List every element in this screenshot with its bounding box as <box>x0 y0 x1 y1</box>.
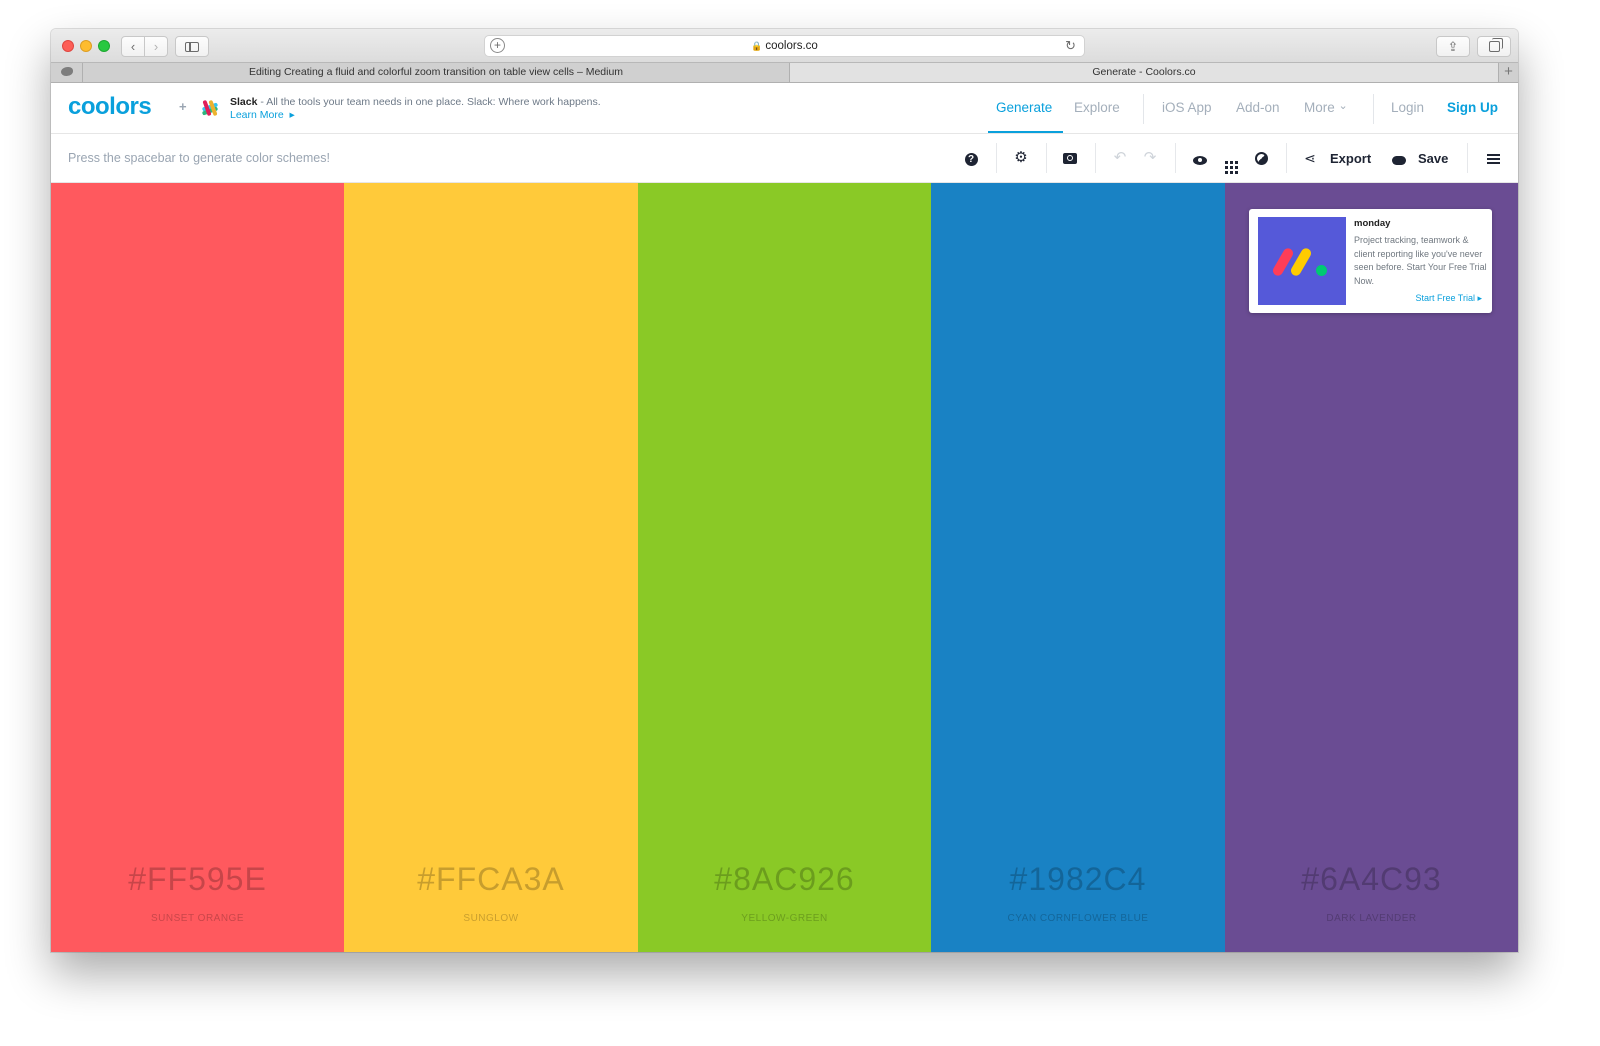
browser-tab-active[interactable]: Generate - Coolors.co <box>790 63 1498 82</box>
ad-brand: monday <box>1354 218 1391 229</box>
sidebar-toggle-button[interactable] <box>175 36 209 57</box>
menu-button[interactable] <box>1485 150 1501 166</box>
nav-generate[interactable]: Generate <box>996 100 1052 115</box>
nav-active-indicator <box>988 131 1063 133</box>
nav-sign-up[interactable]: Sign Up <box>1447 100 1498 115</box>
monday-logo-icon[interactable] <box>1258 217 1346 305</box>
color-swatch[interactable]: #1982C4 CYAN CORNFLOWER BLUE <box>931 183 1225 952</box>
swatch-color-name: SUNGLOW <box>463 913 519 924</box>
nav-divider <box>1143 94 1144 124</box>
swatch-color-name: YELLOW-GREEN <box>741 913 828 924</box>
nav-more[interactable]: More ⌄ <box>1304 100 1348 115</box>
share-palette-icon[interactable]: ⋖ <box>1302 150 1318 166</box>
sponsor-text: Slack - All the tools your team needs in… <box>230 96 610 122</box>
camera-icon <box>1063 153 1077 164</box>
tabs-icon <box>1488 38 1503 52</box>
twitter-icon <box>60 67 73 76</box>
nav-divider <box>1373 94 1374 124</box>
toolbar-divider <box>1046 143 1047 173</box>
swatch-hex-code[interactable]: #FFCA3A <box>344 861 638 898</box>
toolbar-divider <box>1467 143 1468 173</box>
save-button[interactable]: Save <box>1418 151 1448 166</box>
new-tab-button[interactable]: + <box>1498 63 1518 82</box>
nav-ios-app[interactable]: iOS App <box>1162 100 1212 115</box>
camera-button[interactable] <box>1062 150 1078 166</box>
grid-icon <box>1224 161 1238 174</box>
color-swatch[interactable]: #FF595E SUNSET ORANGE <box>51 183 344 952</box>
sponsor-name: Slack <box>230 96 258 108</box>
url-text: coolors.co <box>765 40 818 52</box>
toolbar-divider <box>1286 143 1287 173</box>
add-bookmark-icon[interactable]: + <box>490 38 505 53</box>
export-button[interactable]: Export <box>1330 151 1371 166</box>
close-window-button[interactable] <box>62 40 74 52</box>
learn-more-link[interactable]: Learn More <box>230 109 284 121</box>
chevron-left-icon: ‹ <box>130 39 136 54</box>
nav-login[interactable]: Login <box>1391 100 1424 115</box>
sponsored-ad-card[interactable]: monday Project tracking, teamwork & clie… <box>1249 209 1492 313</box>
redo-icon: ↷ <box>1143 149 1157 166</box>
eye-icon <box>1193 156 1207 165</box>
swatch-hex-code[interactable]: #8AC926 <box>638 861 931 898</box>
sponsor-description: - All the tools your team needs in one p… <box>257 96 601 108</box>
view-button[interactable] <box>1192 150 1208 166</box>
redo-button[interactable]: ↷ <box>1142 150 1158 166</box>
forward-button[interactable]: › <box>144 36 168 57</box>
save-cloud-button[interactable] <box>1391 150 1407 166</box>
ad-description: Project tracking, teamwork & client repo… <box>1354 235 1487 286</box>
browser-titlebar: ‹ › + 🔒 coolors.co ↻ ⇪ <box>51 29 1518 62</box>
swatch-color-name: DARK LAVENDER <box>1326 913 1417 924</box>
slack-logo-icon[interactable] <box>200 98 220 118</box>
generator-toolbar: Press the spacebar to generate color sch… <box>51 134 1518 183</box>
settings-button[interactable]: ⚙ <box>1013 150 1029 166</box>
nav-explore[interactable]: Explore <box>1074 100 1120 115</box>
chevron-down-icon: ⌄ <box>1338 100 1348 112</box>
share-icon: ⇪ <box>1447 39 1459 54</box>
help-icon: ? <box>964 153 978 166</box>
undo-icon: ↶ <box>1113 149 1127 166</box>
swatch-color-name: SUNSET ORANGE <box>151 913 244 924</box>
undo-button[interactable]: ↶ <box>1112 150 1128 166</box>
nav-more-label: More <box>1304 100 1335 115</box>
minimize-window-button[interactable] <box>80 40 92 52</box>
browser-window: ‹ › + 🔒 coolors.co ↻ ⇪ Editing Creating a… <box>51 29 1518 952</box>
color-swatch[interactable]: #FFCA3A SUNGLOW <box>344 183 638 952</box>
address-bar[interactable]: + 🔒 coolors.co ↻ <box>484 35 1085 57</box>
toolbar-divider <box>996 143 997 173</box>
chevron-right-icon: › <box>153 39 159 54</box>
reload-icon[interactable]: ↻ <box>1065 36 1076 56</box>
back-button[interactable]: ‹ <box>121 36 145 57</box>
nav-add-on[interactable]: Add-on <box>1236 100 1280 115</box>
coolors-logo[interactable]: coolors <box>68 93 152 121</box>
browser-tab-bar: Editing Creating a fluid and colorful zo… <box>51 62 1518 83</box>
show-tabs-button[interactable] <box>1477 36 1511 57</box>
swatch-hex-code[interactable]: #6A4C93 <box>1225 861 1518 898</box>
palette-grid-button[interactable] <box>1223 150 1239 174</box>
zoom-window-button[interactable] <box>98 40 110 52</box>
hamburger-menu-icon <box>1486 154 1500 164</box>
site-header: coolors + Slack - All the tools your tea… <box>51 84 1518 134</box>
toolbar-divider <box>1095 143 1096 173</box>
caret-right-icon: ▸ <box>289 109 295 121</box>
gear-icon: ⚙ <box>1014 149 1028 166</box>
start-free-trial-link[interactable]: Start Free Trial ▸ <box>1415 293 1482 304</box>
help-button[interactable]: ? <box>963 150 979 166</box>
cloud-upload-icon <box>1392 156 1406 165</box>
swatch-color-name: CYAN CORNFLOWER BLUE <box>1007 913 1149 924</box>
swatch-hex-code[interactable]: #FF595E <box>51 861 344 898</box>
contrast-icon <box>1254 152 1268 165</box>
toolbar-divider <box>1175 143 1176 173</box>
sidebar-icon <box>185 42 199 52</box>
color-swatch[interactable]: #8AC926 YELLOW-GREEN <box>638 183 931 952</box>
browser-tab[interactable]: Editing Creating a fluid and colorful zo… <box>83 63 790 82</box>
spacebar-hint: Press the spacebar to generate color sch… <box>68 151 330 165</box>
plus-separator: + <box>179 99 187 114</box>
swatch-hex-code[interactable]: #1982C4 <box>931 861 1225 898</box>
lock-icon: 🔒 <box>751 41 763 51</box>
pinned-tab-twitter[interactable] <box>51 63 83 82</box>
adjust-palette-button[interactable] <box>1253 150 1269 166</box>
share-button[interactable]: ⇪ <box>1436 36 1470 57</box>
